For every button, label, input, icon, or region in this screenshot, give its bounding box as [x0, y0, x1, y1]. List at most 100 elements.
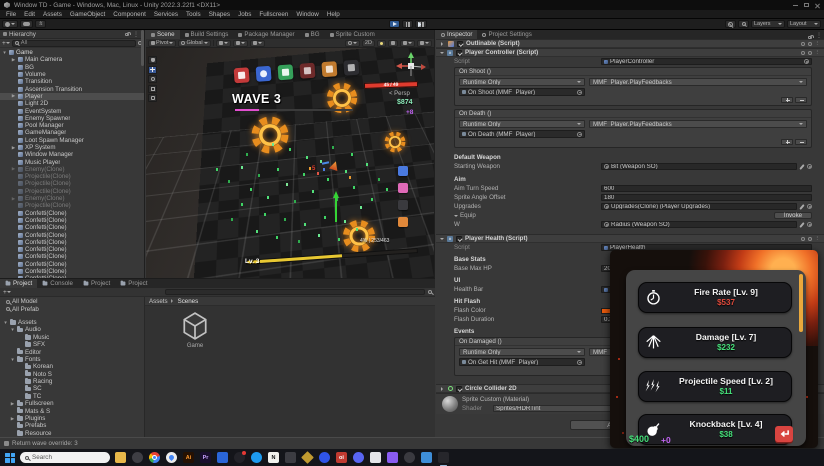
play-button[interactable]: [389, 20, 400, 28]
upgrade-card-projectile-speed[interactable]: Projectile Speed [Lv. 2] $11: [638, 371, 792, 402]
folder-item[interactable]: Music: [0, 333, 144, 341]
taskbar-app-icon[interactable]: [115, 452, 126, 463]
expand-arrow-icon[interactable]: ▶: [11, 93, 16, 99]
minimize-icon[interactable]: [793, 4, 798, 6]
hierarchy-item[interactable]: Music Player: [0, 158, 144, 166]
upgrades-field[interactable]: Upgrades(Clone) (Player Upgrades): [601, 203, 797, 210]
rect-tool[interactable]: [148, 94, 157, 102]
shop-scrollbar[interactable]: [798, 274, 803, 332]
search-icon[interactable]: [428, 290, 432, 294]
hierarchy-item[interactable]: Transition: [0, 78, 144, 85]
enabled-checkbox[interactable]: [456, 235, 462, 242]
event-target-object-field[interactable]: On Death (MMF_Player): [459, 130, 585, 138]
breadcrumb-root[interactable]: Assets: [149, 298, 168, 305]
close-icon[interactable]: [815, 3, 820, 8]
material-preview-sphere[interactable]: [442, 396, 458, 412]
menu-dots-icon[interactable]: ⋮: [131, 31, 141, 38]
taskbar-app-icon[interactable]: [234, 451, 246, 463]
folder-item[interactable]: ▼ Fonts: [0, 355, 144, 363]
hierarchy-item[interactable]: ▶ Enemy(Clone): [0, 195, 144, 202]
persp-label[interactable]: < Persp: [389, 91, 410, 97]
expand-arrow-icon[interactable]: ▶: [10, 401, 15, 407]
hierarchy-item[interactable]: Confetti(Clone): [0, 239, 144, 246]
foldout-icon[interactable]: [454, 214, 458, 219]
taskbar-app-icon[interactable]: Pr: [200, 452, 211, 463]
expand-arrow-icon[interactable]: ▼: [2, 50, 7, 55]
hierarchy-item[interactable]: Confetti(Clone): [0, 231, 144, 239]
taskbar-app-icon[interactable]: [421, 452, 432, 463]
menu-item[interactable]: Shapes: [205, 11, 234, 18]
event-function-dropdown[interactable]: MMF_Player.PlayFeedbacks: [589, 78, 807, 86]
audio-toggle[interactable]: [388, 39, 398, 47]
shader-dropdown[interactable]: Sprites/HDRTint: [493, 405, 623, 412]
lock-icon[interactable]: [125, 31, 131, 36]
create-asset-button[interactable]: +: [3, 289, 11, 296]
enabled-checkbox[interactable]: [457, 40, 463, 47]
hierarchy-item[interactable]: Projectile(Clone): [0, 188, 144, 195]
taskbar-app-icon[interactable]: [301, 451, 314, 464]
hierarchy-item[interactable]: Ascension Transition: [0, 85, 144, 93]
folder-item[interactable]: ▼ Audio: [0, 326, 144, 333]
asset-item-game[interactable]: Game: [173, 311, 217, 349]
menu-item[interactable]: Jobs: [234, 11, 255, 18]
presets-icon[interactable]: [807, 236, 812, 241]
folder-item[interactable]: Prefabs: [0, 422, 144, 429]
event-mode-dropdown[interactable]: Runtime Only: [459, 78, 585, 86]
menu-dots-icon[interactable]: ⋮: [814, 32, 824, 39]
component-header-player-controller[interactable]: # Player Controller (Script) ⋮: [436, 48, 824, 57]
help-icon[interactable]: [800, 41, 805, 46]
2d-toggle[interactable]: 2D: [361, 39, 375, 47]
folder-item[interactable]: SC: [0, 385, 144, 392]
folder-item[interactable]: TC: [0, 392, 144, 400]
rotate-tool[interactable]: [148, 75, 157, 83]
menu-item[interactable]: Fullscreen: [255, 11, 292, 18]
taskbar-app-icon[interactable]: [251, 452, 262, 463]
edit-icon[interactable]: [799, 221, 805, 228]
scene-viewport[interactable]: WAVE 3 45 / 49 < Persp $874 +8 5 Lv. 3 4…: [146, 48, 434, 278]
menu-item[interactable]: Assets: [39, 11, 66, 18]
taskbar-app-icon[interactable]: [353, 452, 364, 463]
maximize-icon[interactable]: [804, 3, 809, 7]
edit-icon[interactable]: [799, 163, 805, 170]
component-header-outlinable[interactable]: Outlinable (Script) ⋮: [436, 39, 824, 48]
hierarchy-search-input[interactable]: All: [11, 39, 136, 47]
expand-arrow-icon[interactable]: ▶: [11, 196, 16, 202]
gizmos-dropdown[interactable]: [417, 39, 432, 47]
hierarchy-item[interactable]: Projectile(Clone): [0, 173, 144, 180]
hierarchy-item[interactable]: EventSystem: [0, 107, 144, 115]
folder-item[interactable]: Korean: [0, 363, 144, 370]
expand-arrow-icon[interactable]: ▶: [11, 145, 16, 151]
event-mode-dropdown[interactable]: Runtime Only: [459, 348, 585, 356]
step-button[interactable]: [415, 20, 427, 28]
hierarchy-item[interactable]: Confetti(Clone): [0, 210, 144, 217]
menu-item[interactable]: Services: [150, 11, 182, 18]
taskbar-search[interactable]: Search: [20, 452, 110, 463]
panel-tab[interactable]: Project: [115, 279, 152, 288]
event-mode-dropdown[interactable]: Runtime Only: [459, 120, 585, 128]
hand-tool[interactable]: [148, 56, 157, 64]
add-event-button[interactable]: [781, 96, 793, 103]
hierarchy-scrollbar[interactable]: [141, 30, 144, 66]
expand-arrow-icon[interactable]: ▶: [11, 57, 16, 63]
folder-item[interactable]: ▶ Fullscreen: [0, 400, 144, 407]
taskbar-app-icon[interactable]: [438, 452, 449, 466]
layout-dropdown[interactable]: Layout: [787, 20, 821, 28]
favorite-search-item[interactable]: All Prefab: [0, 305, 144, 313]
panel-tab[interactable]: Project: [0, 279, 38, 288]
presets-icon[interactable]: [807, 41, 812, 46]
taskbar-app-icon[interactable]: [285, 452, 296, 463]
favorite-search-item[interactable]: All Model: [0, 298, 144, 305]
hierarchy-item[interactable]: BG: [0, 64, 144, 71]
collab-button[interactable]: [725, 20, 736, 28]
taskbar-app-icon[interactable]: [132, 452, 143, 463]
hierarchy-item[interactable]: ▶ Enemy(Clone): [0, 166, 144, 173]
hierarchy-item[interactable]: Pool Manager: [0, 122, 144, 129]
event-function-dropdown[interactable]: MMF_Player.PlayFeedbacks: [589, 120, 807, 128]
taskbar-app-icon[interactable]: [370, 452, 381, 463]
component-header-player-health[interactable]: # Player Health (Script) ⋮: [436, 234, 824, 243]
object-picker-icon[interactable]: [577, 131, 582, 137]
object-picker-icon[interactable]: [577, 359, 582, 365]
help-icon[interactable]: [800, 50, 805, 55]
hierarchy-item[interactable]: Volume: [0, 71, 144, 78]
view-tab[interactable]: BG: [300, 30, 325, 39]
